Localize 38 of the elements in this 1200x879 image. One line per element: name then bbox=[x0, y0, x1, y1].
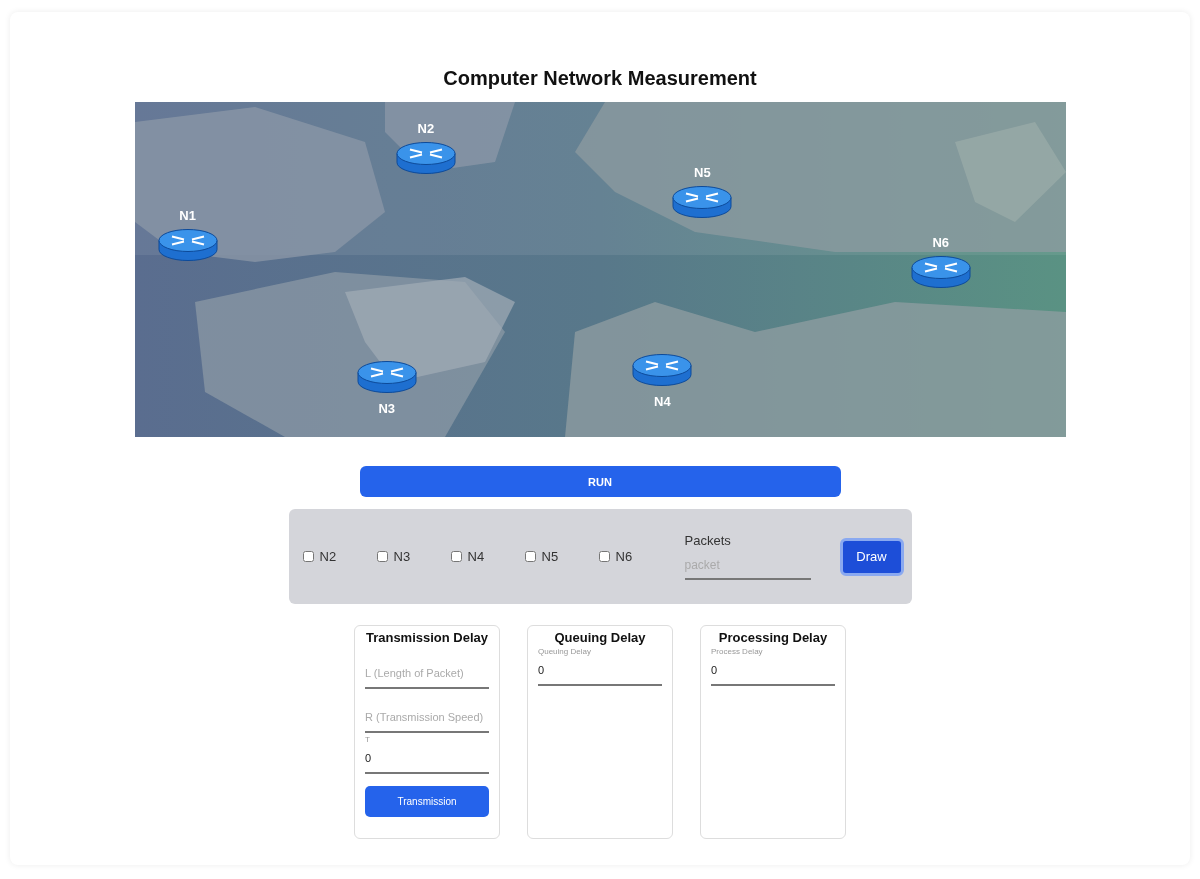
node-label: N3 bbox=[378, 400, 396, 416]
router-icon bbox=[910, 255, 971, 290]
input-field[interactable]: R (Transmission Speed) bbox=[365, 703, 489, 733]
node-label: N5 bbox=[694, 164, 711, 179]
run-button[interactable]: RUN bbox=[359, 466, 841, 497]
checkbox[interactable] bbox=[450, 551, 462, 562]
page-title: Computer Network Measurement bbox=[443, 67, 757, 90]
checkbox[interactable] bbox=[524, 551, 536, 562]
router-icon bbox=[672, 185, 733, 219]
input-field[interactable]: L (Length of Packet) bbox=[365, 659, 489, 689]
checkbox[interactable] bbox=[302, 551, 314, 562]
card-title: Processing Delay bbox=[717, 630, 829, 645]
transmission-button[interactable]: Transmission bbox=[365, 786, 489, 817]
checkbox[interactable] bbox=[376, 551, 388, 562]
input-field[interactable]: 0 bbox=[711, 656, 835, 686]
field-label: Process Delay bbox=[711, 647, 764, 656]
checkbox-label: N3 bbox=[393, 549, 411, 564]
router-icon bbox=[632, 353, 693, 388]
draw-button[interactable]: Draw bbox=[839, 537, 904, 576]
checkbox-label: N6 bbox=[615, 549, 633, 564]
router-icon bbox=[356, 360, 417, 395]
node-label: N4 bbox=[654, 393, 671, 409]
checkbox[interactable] bbox=[598, 551, 610, 562]
checkbox-label: N2 bbox=[319, 549, 337, 564]
input-field[interactable]: 0 bbox=[365, 744, 489, 774]
input-field[interactable]: 0 bbox=[538, 656, 662, 686]
router-icon bbox=[157, 228, 218, 263]
router-icon bbox=[395, 141, 456, 176]
card-title: Transmission Delay bbox=[365, 630, 489, 645]
field-label: Queuing Delay bbox=[538, 647, 592, 656]
field-label: T bbox=[365, 735, 371, 744]
packets-label: Packets bbox=[684, 533, 732, 548]
card-title: Queuing Delay bbox=[553, 630, 647, 645]
checkbox-label: N4 bbox=[467, 549, 485, 564]
node-label: N6 bbox=[932, 234, 950, 250]
node-label: N1 bbox=[179, 207, 196, 223]
node-label: N2 bbox=[417, 120, 435, 136]
checkbox-label: N5 bbox=[541, 549, 559, 564]
